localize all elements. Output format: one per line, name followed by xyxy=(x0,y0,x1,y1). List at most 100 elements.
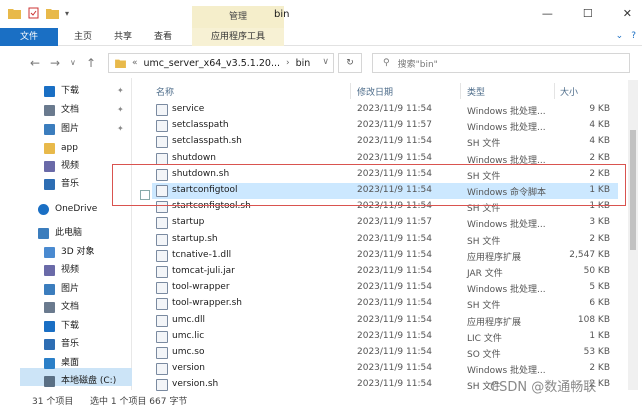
cloud-icon xyxy=(38,203,49,215)
file-icon xyxy=(156,120,168,133)
breadcrumb-separator-icon[interactable]: › xyxy=(286,58,290,68)
pin-icon[interactable]: ✦ xyxy=(117,105,124,114)
window-controls: — ☐ ✕ xyxy=(542,7,632,20)
nav-item[interactable]: 桌面 xyxy=(44,354,79,372)
new-folder-icon[interactable] xyxy=(46,7,59,19)
nav-item[interactable]: 此电脑 xyxy=(38,224,82,242)
breadcrumb-parent[interactable]: umc_server_x64_v3.5.1.20... xyxy=(144,58,281,69)
up-arrow-icon[interactable]: ↑ xyxy=(86,56,96,70)
nav-item-label: 3D 对象 xyxy=(61,247,95,257)
nav-item[interactable]: 视频 xyxy=(44,157,79,175)
column-header-type[interactable]: 类型 xyxy=(467,85,485,98)
recent-locations-icon[interactable]: ∨ xyxy=(70,58,76,67)
refresh-button[interactable]: ↻ xyxy=(338,53,362,73)
tab-view[interactable]: 查看 xyxy=(154,28,172,46)
nav-item[interactable]: 音乐 xyxy=(44,175,79,193)
context-tab-manage[interactable]: 管理 xyxy=(192,6,284,28)
file-icon xyxy=(156,266,168,278)
back-arrow-icon[interactable]: ← xyxy=(30,56,40,70)
file-row[interactable]: tool-wrapper.sh 2023/11/9 11:54 SH 文件 6 KB xyxy=(152,296,618,312)
file-row[interactable]: setclasspath.sh 2023/11/9 11:54 SH 文件 4 KB xyxy=(152,134,618,150)
file-row[interactable]: startup 2023/11/9 11:57 Windows 批处理... 3 KB xyxy=(152,215,618,231)
expand-ribbon-icon[interactable]: ⌄ xyxy=(616,31,624,41)
qat-dropdown-icon[interactable]: ▾ xyxy=(65,9,69,18)
picture-icon xyxy=(44,123,55,135)
maximize-button[interactable]: ☐ xyxy=(583,7,593,20)
nav-item[interactable]: 3D 对象 xyxy=(44,243,95,261)
file-size: 4 KB xyxy=(589,120,610,131)
column-header-date[interactable]: 修改日期 xyxy=(357,85,393,98)
file-date: 2023/11/9 11:54 xyxy=(357,266,432,276)
nav-item[interactable]: 本地磁盘 (C:) xyxy=(44,372,116,390)
file-name: shutdown xyxy=(172,152,216,163)
file-row[interactable]: umc.dll 2023/11/9 11:54 应用程序扩展 108 KB xyxy=(152,313,618,329)
nav-item-label: 本地磁盘 (C:) xyxy=(61,376,117,386)
forward-arrow-icon[interactable]: → xyxy=(50,56,60,70)
file-date: 2023/11/9 11:54 xyxy=(357,363,432,374)
column-header-size[interactable]: 大小 xyxy=(560,85,578,98)
file-row[interactable]: startup.sh 2023/11/9 11:54 SH 文件 2 KB xyxy=(152,232,618,248)
file-name: version xyxy=(172,363,205,374)
file-name: umc.so xyxy=(172,347,205,357)
file-type: JAR 文件 xyxy=(467,269,503,279)
file-icon xyxy=(156,233,168,246)
file-row[interactable]: service 2023/11/9 11:54 Windows 批处理... 9 KB xyxy=(152,102,618,118)
address-box[interactable]: « umc_server_x64_v3.5.1.20... › bin ∨ xyxy=(108,53,334,73)
download-icon xyxy=(44,85,55,97)
column-header-name[interactable]: 名称 xyxy=(156,85,174,98)
nav-item[interactable]: OneDrive xyxy=(38,200,97,218)
nav-item[interactable]: 图片 xyxy=(44,120,79,138)
address-dropdown-icon[interactable]: ∨ xyxy=(322,57,329,67)
file-icon xyxy=(156,282,168,295)
close-button[interactable]: ✕ xyxy=(623,7,632,20)
nav-item[interactable]: 图片 xyxy=(44,280,79,298)
column-divider[interactable] xyxy=(460,83,461,99)
tab-file[interactable]: 文件 xyxy=(0,28,58,46)
nav-item[interactable]: 视频 xyxy=(44,261,79,279)
address-bar-row: ← → ∨ ↑ « umc_server_x64_v3.5.1.20... › … xyxy=(0,50,642,76)
scrollbar-thumb[interactable] xyxy=(630,130,636,250)
search-icon: ⚲ xyxy=(383,58,390,68)
nav-item[interactable]: 音乐 xyxy=(44,335,79,353)
tab-share[interactable]: 共享 xyxy=(114,28,132,46)
file-name: tomcat-juli.jar xyxy=(172,266,235,276)
document-icon xyxy=(44,104,55,116)
properties-icon[interactable] xyxy=(27,7,40,19)
file-icon xyxy=(156,363,168,376)
window-title: bin xyxy=(274,9,290,20)
nav-item[interactable]: 文档 xyxy=(44,101,79,119)
file-row[interactable]: tomcat-juli.jar 2023/11/9 11:54 JAR 文件 50 K… xyxy=(152,264,618,280)
file-row[interactable]: umc.so 2023/11/9 11:54 SO 文件 53 KB xyxy=(152,345,618,361)
nav-item[interactable]: 下载 xyxy=(44,82,79,100)
nav-item[interactable]: app xyxy=(44,139,78,157)
nav-item-label: OneDrive xyxy=(55,204,98,214)
file-row[interactable]: tool-wrapper 2023/11/9 11:54 Windows 批处理..… xyxy=(152,280,618,296)
pin-icon[interactable]: ✦ xyxy=(117,86,124,95)
file-row[interactable]: umc.lic 2023/11/9 11:54 LIC 文件 1 KB xyxy=(152,329,618,345)
nav-item[interactable]: 文档 xyxy=(44,298,79,316)
folder-icon xyxy=(44,142,55,154)
column-divider[interactable] xyxy=(350,83,351,99)
file-type: Windows 批处理... xyxy=(467,366,546,377)
column-divider[interactable] xyxy=(554,83,555,99)
folder-icon[interactable] xyxy=(8,7,21,19)
file-row[interactable]: setclasspath 2023/11/9 11:57 Windows 批处理..… xyxy=(152,118,618,134)
computer-icon xyxy=(38,227,49,239)
help-icon[interactable]: ? xyxy=(631,31,636,41)
file-row[interactable]: version 2023/11/9 11:54 Windows 批处理... 2 KB xyxy=(152,361,618,377)
search-input[interactable]: ⚲ 搜索"bin" xyxy=(372,53,630,73)
breadcrumb-overflow-icon[interactable]: « xyxy=(132,58,138,68)
tab-application-tools[interactable]: 应用程序工具 xyxy=(192,28,284,46)
file-name: umc.dll xyxy=(172,314,205,325)
pin-icon[interactable]: ✦ xyxy=(117,124,124,133)
file-size: 2 KB xyxy=(589,152,610,163)
file-type: Windows 批处理... xyxy=(467,285,546,296)
nav-item-label: 图片 xyxy=(61,284,80,294)
file-row[interactable]: tcnative-1.dll 2023/11/9 11:54 应用程序扩展 2,547… xyxy=(152,248,618,264)
minimize-button[interactable]: — xyxy=(542,7,553,20)
file-list-scrollbar[interactable] xyxy=(628,80,638,390)
nav-item[interactable]: 下载 xyxy=(44,317,79,335)
tab-home[interactable]: 主页 xyxy=(74,28,92,46)
breadcrumb-current[interactable]: bin xyxy=(296,58,311,69)
file-type: LIC 文件 xyxy=(467,333,502,344)
